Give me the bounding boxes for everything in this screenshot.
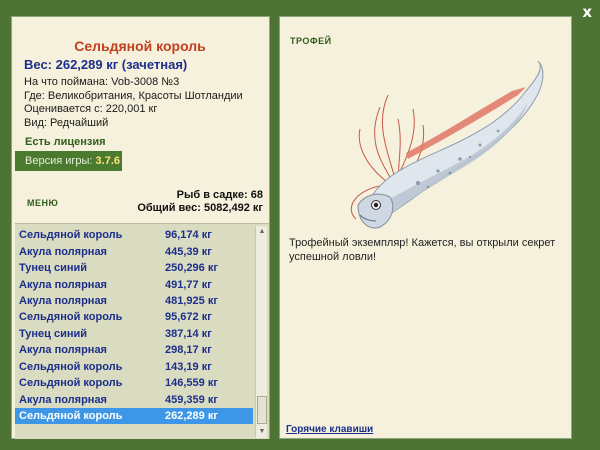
catch-fish-name: Тунец синий bbox=[19, 262, 88, 275]
fish-bait: На что поймана: Vob-3008 №3 bbox=[24, 76, 180, 88]
catch-fish-name: Акула полярная bbox=[19, 294, 107, 307]
catch-fish-weight: 96,174 кг bbox=[165, 229, 212, 242]
catch-fish-weight: 298,17 кг bbox=[165, 344, 212, 357]
catch-list: Сельдяной король 96,174 кг Акула полярная 4… bbox=[15, 223, 269, 439]
catch-list-row[interactable]: Сельдяной король 143,19 кг bbox=[15, 359, 253, 375]
version-bar: Версия игры: 3.7.6 bbox=[15, 151, 122, 171]
catch-fish-name: Сельдяной король bbox=[19, 377, 123, 390]
catch-list-row[interactable]: Акула полярная 298,17 кг bbox=[15, 342, 253, 358]
scroll-down-icon[interactable]: ▼ bbox=[256, 426, 268, 438]
scroll-up-icon[interactable]: ▲ bbox=[256, 226, 268, 238]
fish-title: Сельдяной король bbox=[74, 38, 206, 54]
fish-image bbox=[350, 60, 544, 229]
catch-list-row[interactable]: Акула полярная 445,39 кг bbox=[15, 243, 253, 259]
catch-fish-name: Акула полярная bbox=[19, 344, 107, 357]
fish-location: Где: Великобритания, Красоты Шотландии bbox=[24, 89, 243, 102]
catch-fish-weight: 445,39 кг bbox=[165, 245, 212, 258]
catch-fish-weight: 262,289 кг bbox=[165, 410, 218, 423]
catch-fish-name: Сельдяной король bbox=[19, 229, 123, 242]
trophy-description: Трофейный экземпляр! Кажется, вы открыли… bbox=[289, 237, 556, 263]
trophy-label: ТРОФЕЙ bbox=[290, 36, 332, 46]
scroll-thumb[interactable] bbox=[257, 396, 267, 424]
catch-fish-name: Сельдяной король bbox=[19, 311, 123, 324]
catch-fish-weight: 95,672 кг bbox=[165, 311, 212, 324]
catch-fish-name: Акула полярная bbox=[19, 393, 107, 406]
catch-fish-name: Сельдяной король bbox=[19, 360, 123, 373]
fish-details: На что поймана: Vob-3008 №3 Где: Великоб… bbox=[24, 76, 269, 130]
version-label: Версия игры: bbox=[25, 155, 93, 167]
catch-fish-name: Сельдяной король bbox=[19, 410, 123, 423]
keepnet-stats: Рыб в садке: 68 Общий вес: 5082,492 кг bbox=[137, 189, 263, 215]
list-scrollbar[interactable]: ▲ ▼ bbox=[255, 226, 267, 438]
fish-count: Рыб в садке: 68 bbox=[176, 189, 263, 201]
fish-weight: Вес: 262,289 кг (зачетная) bbox=[24, 57, 188, 72]
catch-list-row[interactable]: Акула полярная 491,77 кг bbox=[15, 276, 253, 292]
catch-list-row[interactable]: Тунец синий 387,14 кг bbox=[15, 326, 253, 342]
total-weight: Общий вес: 5082,492 кг bbox=[137, 202, 263, 214]
catch-list-row[interactable]: Акула полярная 459,359 кг bbox=[15, 391, 253, 407]
fish-info-box: Сельдяной король Вес: 262,289 кг (зачетн… bbox=[12, 17, 269, 139]
fish-species-type: Вид: Редчайший bbox=[24, 116, 109, 129]
close-button[interactable]: x bbox=[582, 3, 592, 21]
fish-valued-from: Оценивается с: 220,001 кг bbox=[24, 103, 158, 115]
catch-list-row[interactable]: Сельдяной король 146,559 кг bbox=[15, 375, 253, 391]
catch-fish-weight: 459,359 кг bbox=[165, 393, 218, 406]
catch-list-rows: Сельдяной король 96,174 кг Акула полярная 4… bbox=[15, 227, 253, 425]
catch-list-row[interactable]: Акула полярная 481,925 кг bbox=[15, 293, 253, 309]
catch-fish-weight: 387,14 кг bbox=[165, 327, 212, 340]
left-panel: Сельдяной король Вес: 262,289 кг (зачетн… bbox=[11, 16, 270, 439]
right-panel: ТРОФЕЙ Трофейный экземпляр! Кажется, вы … bbox=[279, 16, 572, 439]
hotkeys-link[interactable]: Горячие клавиши bbox=[286, 424, 373, 435]
catch-fish-weight: 491,77 кг bbox=[165, 278, 212, 291]
license-status: Есть лицензия bbox=[25, 136, 106, 148]
catch-fish-weight: 481,925 кг bbox=[165, 294, 218, 307]
catch-fish-name: Акула полярная bbox=[19, 245, 107, 258]
catch-list-row[interactable]: Сельдяной король 262,289 кг bbox=[15, 407, 253, 425]
catch-list-row[interactable]: Сельдяной король 95,672 кг bbox=[15, 309, 253, 325]
version-number: 3.7.6 bbox=[95, 155, 120, 167]
catch-fish-name: Тунец синий bbox=[19, 327, 88, 340]
menu-button[interactable]: МЕНЮ bbox=[27, 198, 58, 208]
catch-fish-weight: 146,559 кг bbox=[165, 377, 218, 390]
catch-list-row[interactable]: Сельдяной король 96,174 кг bbox=[15, 227, 253, 243]
catch-fish-weight: 143,19 кг bbox=[165, 360, 212, 373]
catch-fish-weight: 250,296 кг bbox=[165, 262, 218, 275]
catch-fish-name: Акула полярная bbox=[19, 278, 107, 291]
catch-list-row[interactable]: Тунец синий 250,296 кг bbox=[15, 260, 253, 276]
